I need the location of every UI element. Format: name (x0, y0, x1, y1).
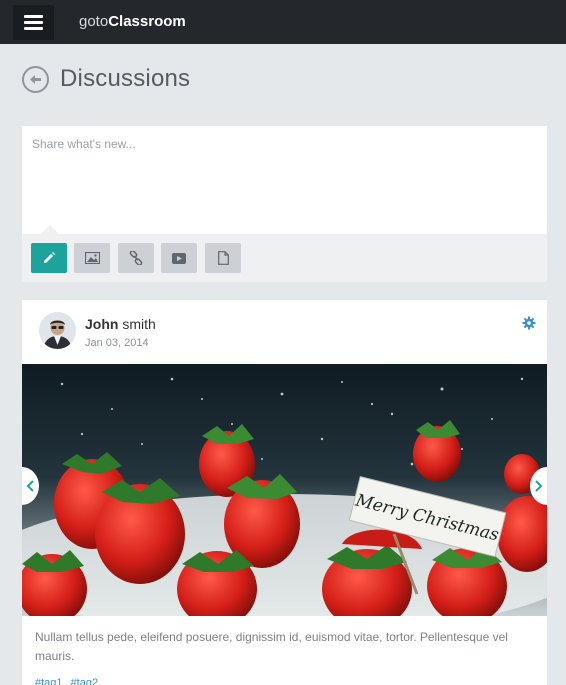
post-card: John smith Jan 03, 2014 Merry Christmas … (22, 300, 547, 685)
link-icon[interactable] (118, 243, 154, 273)
hamburger-menu-icon[interactable] (13, 5, 54, 40)
back-arrow-icon[interactable] (22, 66, 49, 93)
tag-link[interactable]: #tag1 (35, 677, 63, 685)
post-date: Jan 03, 2014 (85, 337, 149, 349)
share-input[interactable] (22, 126, 547, 234)
post-tags: #tag1 #tag2 (35, 677, 106, 685)
video-icon[interactable] (161, 243, 197, 273)
post-composer (22, 126, 547, 282)
image-icon[interactable] (74, 243, 110, 273)
page-title: Discussions (60, 65, 191, 92)
post-author[interactable]: John smith (85, 316, 156, 332)
brand-logo[interactable]: gotoClassroom (79, 13, 186, 30)
author-last-name: smith (122, 316, 156, 332)
brand-bold-text: Classroom (108, 13, 186, 30)
composer-caret (41, 225, 59, 234)
composer-toolbar (22, 234, 547, 282)
brand-light-text: goto (79, 13, 109, 30)
top-bar: gotoClassroom (0, 0, 566, 44)
avatar[interactable] (39, 312, 76, 349)
tag-link[interactable]: #tag2 (71, 677, 99, 685)
post-body-text: Nullam tellus pede, eleifend posuere, di… (35, 630, 508, 663)
post-image[interactable]: Merry Christmas (22, 364, 547, 616)
pencil-icon[interactable] (31, 243, 67, 273)
gear-icon[interactable] (522, 316, 536, 330)
author-first-name: John (85, 316, 119, 332)
file-icon[interactable] (205, 243, 241, 273)
